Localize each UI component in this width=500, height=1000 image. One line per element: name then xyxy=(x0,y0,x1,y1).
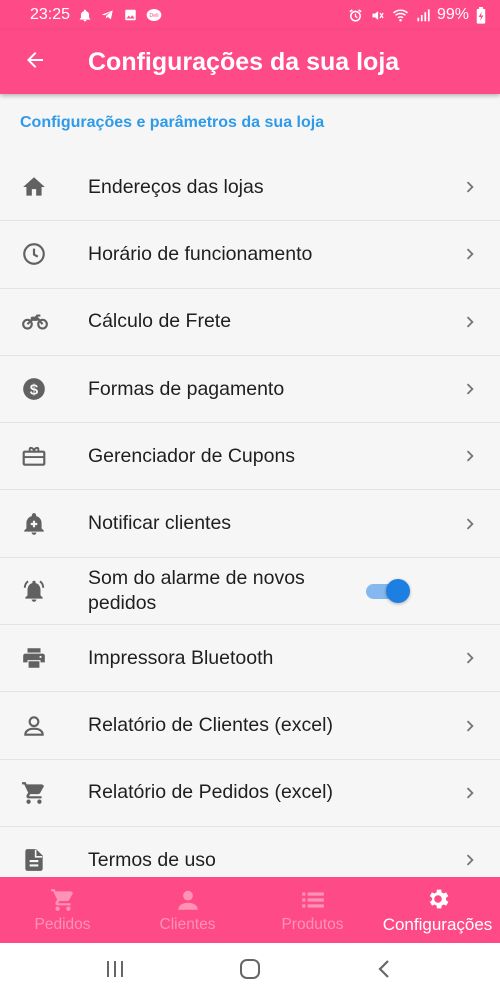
shopping-cart-icon xyxy=(50,886,76,914)
signal-icon xyxy=(416,8,430,22)
chevron-right-icon xyxy=(440,782,500,804)
alarm-bell-icon xyxy=(0,578,88,604)
nav-item-configuracoes[interactable]: Configurações xyxy=(375,877,500,943)
toggle-thumb xyxy=(386,578,410,603)
system-back-button[interactable] xyxy=(365,952,405,992)
menu-item-label: Impressora Bluetooth xyxy=(88,646,274,669)
clock-icon xyxy=(0,241,88,267)
menu-item-label: Termos de uso xyxy=(88,848,216,871)
chevron-right-icon xyxy=(440,715,500,737)
document-icon xyxy=(0,847,88,873)
wifi-icon xyxy=(392,8,409,22)
system-navigation-bar xyxy=(0,943,500,1000)
menu-item-orders-report[interactable]: Relatório de Pedidos (excel) xyxy=(0,760,500,827)
menu-item-label: Gerenciador de Cupons xyxy=(88,444,296,467)
home-button[interactable] xyxy=(230,952,270,992)
chevron-right-icon xyxy=(440,176,500,198)
chevron-right-icon xyxy=(440,311,500,333)
gear-icon xyxy=(425,885,451,913)
shopping-cart-icon xyxy=(0,780,88,806)
menu-item-opening-hours[interactable]: Horário de funcionamento xyxy=(0,221,500,289)
menu-item-label: Relatório de Pedidos (excel) xyxy=(88,781,333,804)
menu-item-customer-report[interactable]: Relatório de Clientes (excel) xyxy=(0,692,500,760)
telegram-icon xyxy=(100,8,115,22)
menu-item-label: Som do alarme de novos pedidos xyxy=(88,566,305,614)
mute-icon xyxy=(370,8,385,23)
chevron-right-icon xyxy=(440,647,500,669)
chevron-right-icon xyxy=(440,513,500,535)
gallery-icon xyxy=(123,8,138,22)
page-title: Configurações da sua loja xyxy=(88,47,400,76)
battery-icon xyxy=(476,6,486,24)
menu-item-payment-methods[interactable]: $ Formas de pagamento xyxy=(0,356,500,424)
chevron-right-icon xyxy=(440,445,500,467)
menu-item-label: Relatório de Clientes (excel) xyxy=(88,714,333,737)
list-icon xyxy=(300,886,326,914)
toggle-cell xyxy=(358,578,418,603)
nav-item-label: Configurações xyxy=(382,915,493,934)
svg-text:Deli: Deli xyxy=(149,13,158,19)
menu-item-notify-customers[interactable]: Notificar clientes xyxy=(0,490,500,558)
settings-menu-list: Endereços das lojas Horário de funcionam… xyxy=(0,154,500,877)
chevron-right-icon xyxy=(440,378,500,400)
notification-add-icon xyxy=(0,511,88,537)
recent-apps-button[interactable] xyxy=(95,952,135,992)
menu-item-label: Formas de pagamento xyxy=(88,377,285,400)
menu-item-order-alarm-sound[interactable]: Som do alarme de novos pedidos xyxy=(0,558,500,626)
home-circle-icon xyxy=(239,958,261,985)
person-icon xyxy=(0,713,88,739)
dollar-circle-icon: $ xyxy=(0,376,88,402)
menu-item-label: Endereços das lojas xyxy=(88,175,264,198)
chevron-right-icon xyxy=(440,243,500,265)
status-bar: 23:25 Deli 99% xyxy=(0,0,500,30)
recent-apps-icon xyxy=(104,959,126,984)
back-button[interactable] xyxy=(0,30,70,94)
battery-percent: 99% xyxy=(436,6,469,23)
menu-item-store-addresses[interactable]: Endereços das lojas xyxy=(0,154,500,222)
gift-card-icon xyxy=(0,443,88,469)
nav-item-label: Pedidos xyxy=(34,916,91,933)
nav-item-produtos[interactable]: Produtos xyxy=(250,877,375,943)
alarm-icon xyxy=(348,8,363,23)
status-bar-right: 99% xyxy=(348,6,486,24)
app-badge-icon: Deli xyxy=(146,8,162,22)
person-icon xyxy=(175,886,201,914)
svg-text:$: $ xyxy=(30,381,39,398)
nav-item-clientes[interactable]: Clientes xyxy=(125,877,250,943)
bottom-navigation: Pedidos Clientes Produtos Configurações xyxy=(0,877,500,943)
settings-content[interactable]: Configurações e parâmetros da sua loja E… xyxy=(0,94,500,877)
chevron-right-icon xyxy=(440,849,500,871)
notification-bell-icon xyxy=(78,8,92,23)
menu-item-shipping-calc[interactable]: Cálculo de Frete xyxy=(0,289,500,356)
menu-item-label: Notificar clientes xyxy=(88,512,232,535)
status-bar-left: 23:25 Deli xyxy=(30,6,162,24)
section-header: Configurações e parâmetros da sua loja xyxy=(20,114,325,131)
menu-item-label: Cálculo de Frete xyxy=(88,310,232,333)
nav-item-label: Clientes xyxy=(159,916,216,933)
nav-item-pedidos[interactable]: Pedidos xyxy=(0,877,125,943)
chevron-left-icon xyxy=(375,958,395,985)
printer-icon xyxy=(0,645,88,671)
menu-item-label: Horário de funcionamento xyxy=(88,242,313,265)
status-time: 23:25 xyxy=(30,6,71,23)
arrow-left-icon xyxy=(23,48,47,77)
menu-item-bluetooth-printer[interactable]: Impressora Bluetooth xyxy=(0,625,500,693)
home-icon xyxy=(0,174,88,200)
app-bar: Configurações da sua loja xyxy=(0,30,500,94)
menu-item-terms-of-use[interactable]: Termos de uso xyxy=(0,827,500,877)
motorcycle-icon xyxy=(0,309,88,335)
menu-item-coupon-manager[interactable]: Gerenciador de Cupons xyxy=(0,423,500,491)
alarm-sound-toggle[interactable] xyxy=(366,578,410,603)
nav-item-label: Produtos xyxy=(281,916,344,933)
